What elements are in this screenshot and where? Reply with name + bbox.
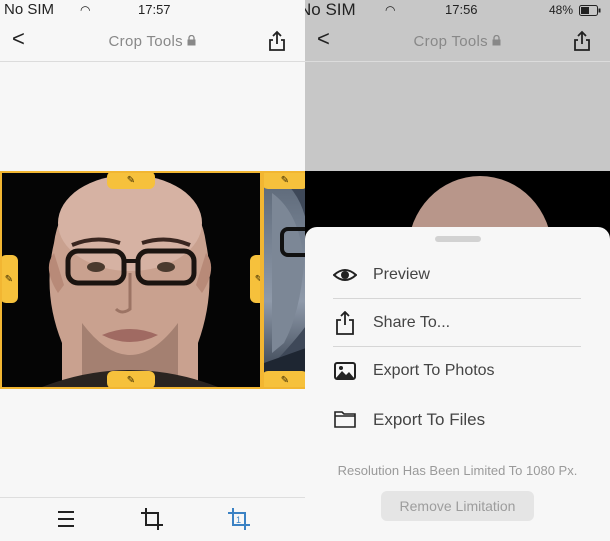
carrier-label: No SIM [4, 1, 55, 18]
menu-item-label: Share To... [373, 314, 451, 331]
export-sheet-screen: 47% No SIM ◠ 17:56 48% < Crop Tools Prev… [305, 0, 610, 541]
photo-crop-2[interactable]: ✎ ✎ [262, 171, 305, 389]
wifi-icon: ◠ [385, 3, 396, 17]
pencil-icon: ✎ [280, 374, 290, 386]
pencil-icon: ✎ [126, 174, 136, 186]
share-button[interactable] [572, 30, 592, 52]
menu-item-export-photos[interactable]: Export To Photos [333, 347, 581, 395]
crop-editor-screen: No SIM ◠ 17:57 < Crop Tools ✎ ✎ ✎ ✎ ✎ 1 [0, 0, 305, 541]
page-title-text: Crop Tools [413, 33, 488, 50]
dimmed-background [305, 63, 610, 171]
crop-handle-top-2[interactable]: ✎ [264, 173, 305, 189]
crop-canvas-background [0, 63, 305, 171]
nav-bar: < Crop Tools [0, 20, 305, 62]
hamburger-icon [58, 511, 74, 527]
portrait-photo [2, 173, 260, 387]
status-bar: 47% No SIM ◠ 17:56 48% [305, 0, 610, 20]
crop-handle-left[interactable]: ✎ [2, 255, 18, 303]
page-title: Crop Tools [0, 33, 305, 50]
pencil-icon: ✎ [255, 274, 260, 285]
battery-icon [579, 5, 601, 16]
nav-bar: < Crop Tools [305, 20, 610, 62]
page-title-text: Crop Tools [108, 33, 183, 50]
image-icon [334, 362, 356, 380]
lock-icon [187, 34, 196, 46]
tab-menu[interactable] [53, 506, 79, 532]
crop-handle-bottom-2[interactable]: ✎ [264, 371, 305, 387]
pencil-icon: ✎ [4, 273, 14, 285]
status-bar: No SIM ◠ 17:57 [0, 0, 305, 20]
photo-crop-1[interactable]: ✎ ✎ ✎ ✎ [0, 171, 262, 389]
resolution-note: Resolution Has Been Limited To 1080 Px. [337, 463, 578, 478]
page-title: Crop Tools [305, 33, 610, 50]
tab-badge: 1 [236, 515, 241, 525]
portrait-photo-2 [264, 173, 305, 387]
time-label: 17:57 [138, 2, 171, 17]
crop-handle-right[interactable]: ✎ [250, 255, 260, 303]
tab-crop-single[interactable]: 1 [226, 506, 252, 532]
time-label: 17:56 [445, 2, 478, 17]
share-icon [574, 30, 590, 51]
lock-icon [492, 34, 501, 46]
crop-handle-bottom[interactable]: ✎ [107, 371, 155, 387]
sheet-grabber[interactable] [435, 236, 481, 242]
carrier-label: No SIM [305, 0, 356, 19]
export-action-sheet: Preview Share To... Export To Photos Exp… [305, 227, 610, 541]
tab-crop[interactable] [139, 506, 165, 532]
remove-limitation-button[interactable]: Remove Limitation [381, 491, 534, 521]
menu-item-export-files[interactable]: Export To Files [333, 395, 581, 443]
share-icon [269, 30, 285, 51]
menu-item-label: Export To Photos [373, 362, 495, 379]
menu-item-share[interactable]: Share To... [333, 299, 581, 347]
pencil-icon: ✎ [126, 374, 136, 386]
tab-bar: 1 [0, 497, 305, 541]
menu-item-label: Export To Files [373, 410, 486, 429]
pencil-icon: ✎ [280, 174, 290, 186]
share-icon [336, 311, 354, 335]
folder-icon [334, 411, 356, 428]
share-button[interactable] [267, 30, 287, 52]
menu-item-label: Preview [373, 266, 430, 283]
crop-icon [141, 508, 163, 530]
eye-icon [333, 269, 357, 281]
crop-numbered-icon: 1 [228, 508, 250, 530]
crop-handle-top[interactable]: ✎ [107, 173, 155, 189]
wifi-icon: ◠ [80, 3, 91, 17]
menu-item-preview[interactable]: Preview [333, 251, 581, 299]
battery-label: 48% [549, 3, 574, 17]
